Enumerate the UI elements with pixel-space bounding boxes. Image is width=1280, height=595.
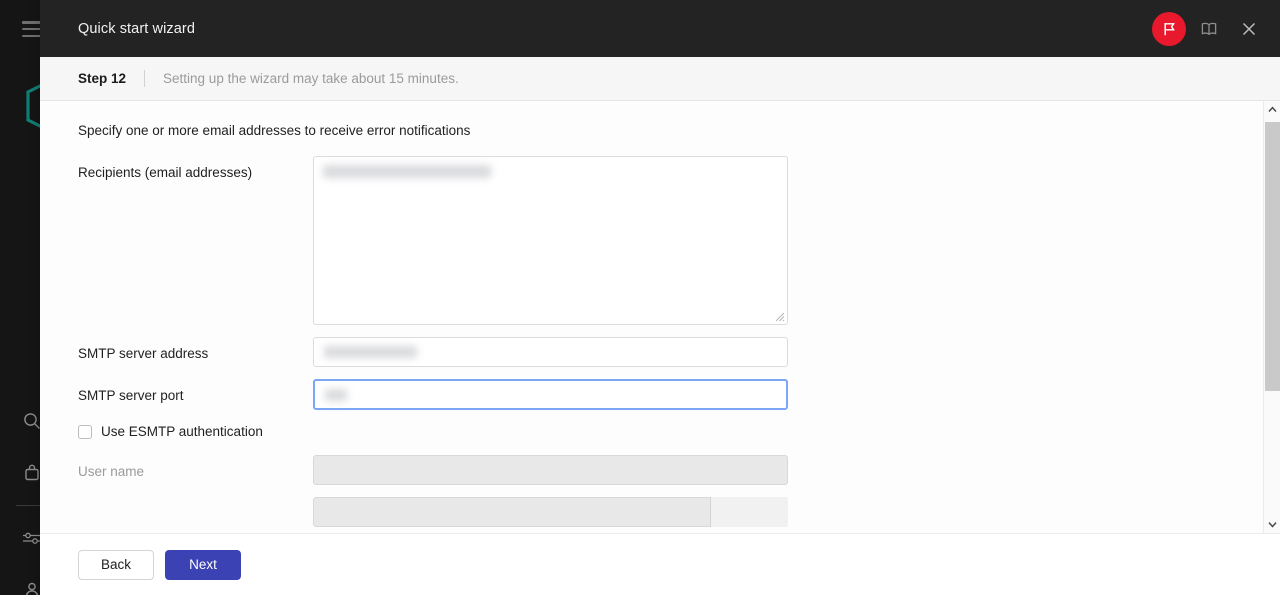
field-label-password xyxy=(78,497,313,506)
modal-header: Quick start wizard xyxy=(40,0,1280,57)
scrollbar-thumb[interactable] xyxy=(1265,122,1280,391)
quick-start-wizard-modal: Quick start wizard Step 12 Setting up th… xyxy=(40,0,1280,595)
field-password xyxy=(78,497,1263,527)
close-icon xyxy=(1242,22,1256,35)
form-intro-text: Specify one or more email addresses to r… xyxy=(78,123,471,138)
flag-button[interactable] xyxy=(1152,11,1186,46)
modal-body: Specify one or more email addresses to r… xyxy=(40,101,1280,533)
book-icon xyxy=(1201,22,1217,35)
field-recipients: Recipients (email addresses) xyxy=(78,156,1263,325)
app-root: Quick start wizard Step 12 Setting up th… xyxy=(0,0,1280,595)
page-title: Quick start wizard xyxy=(78,20,196,37)
user-icon xyxy=(25,582,39,595)
smtp-port-input[interactable] xyxy=(313,379,788,410)
vertical-scrollbar[interactable] xyxy=(1263,101,1280,533)
field-smtp-port: SMTP server port xyxy=(78,379,1263,410)
next-button[interactable]: Next xyxy=(165,549,241,580)
modal-footer: Back Next xyxy=(40,533,1280,595)
close-button[interactable] xyxy=(1232,12,1266,46)
field-username: User name xyxy=(78,455,1263,485)
search-icon xyxy=(24,413,40,429)
manual-button[interactable] xyxy=(1192,12,1226,46)
smtp-address-input[interactable] xyxy=(313,337,788,367)
chevron-down-icon xyxy=(1268,522,1277,528)
briefcase-icon xyxy=(25,464,39,481)
chevron-up-icon xyxy=(1268,106,1277,113)
scroll-down-button[interactable] xyxy=(1264,516,1280,533)
field-label-username: User name xyxy=(78,464,145,479)
username-input[interactable] xyxy=(313,455,788,485)
step-divider xyxy=(144,70,146,87)
flag-icon xyxy=(1164,22,1175,35)
step-bar: Step 12 Setting up the wizard may take a… xyxy=(40,57,1280,101)
header-actions xyxy=(1152,0,1266,57)
recipients-textarea[interactable] xyxy=(313,156,788,325)
back-button[interactable]: Back xyxy=(78,549,154,580)
esmtp-auth-checkbox[interactable] xyxy=(78,424,92,439)
password-reveal-button[interactable] xyxy=(710,497,788,527)
field-label-smtp-address: SMTP server address xyxy=(78,346,209,361)
step-number: Step 12 xyxy=(78,71,127,86)
field-smtp-address: SMTP server address xyxy=(78,337,1263,367)
step-subtitle: Setting up the wizard may take about 15 … xyxy=(163,71,459,86)
esmtp-auth-label: Use ESMTP authentication xyxy=(101,424,263,439)
wizard-scroll-area: Specify one or more email addresses to r… xyxy=(40,101,1263,533)
field-label-recipients: Recipients (email addresses) xyxy=(78,165,253,180)
field-label-smtp-port: SMTP server port xyxy=(78,388,184,403)
scroll-up-button[interactable] xyxy=(1264,101,1280,118)
esmtp-auth-checkbox-row[interactable]: Use ESMTP authentication xyxy=(78,424,1263,439)
